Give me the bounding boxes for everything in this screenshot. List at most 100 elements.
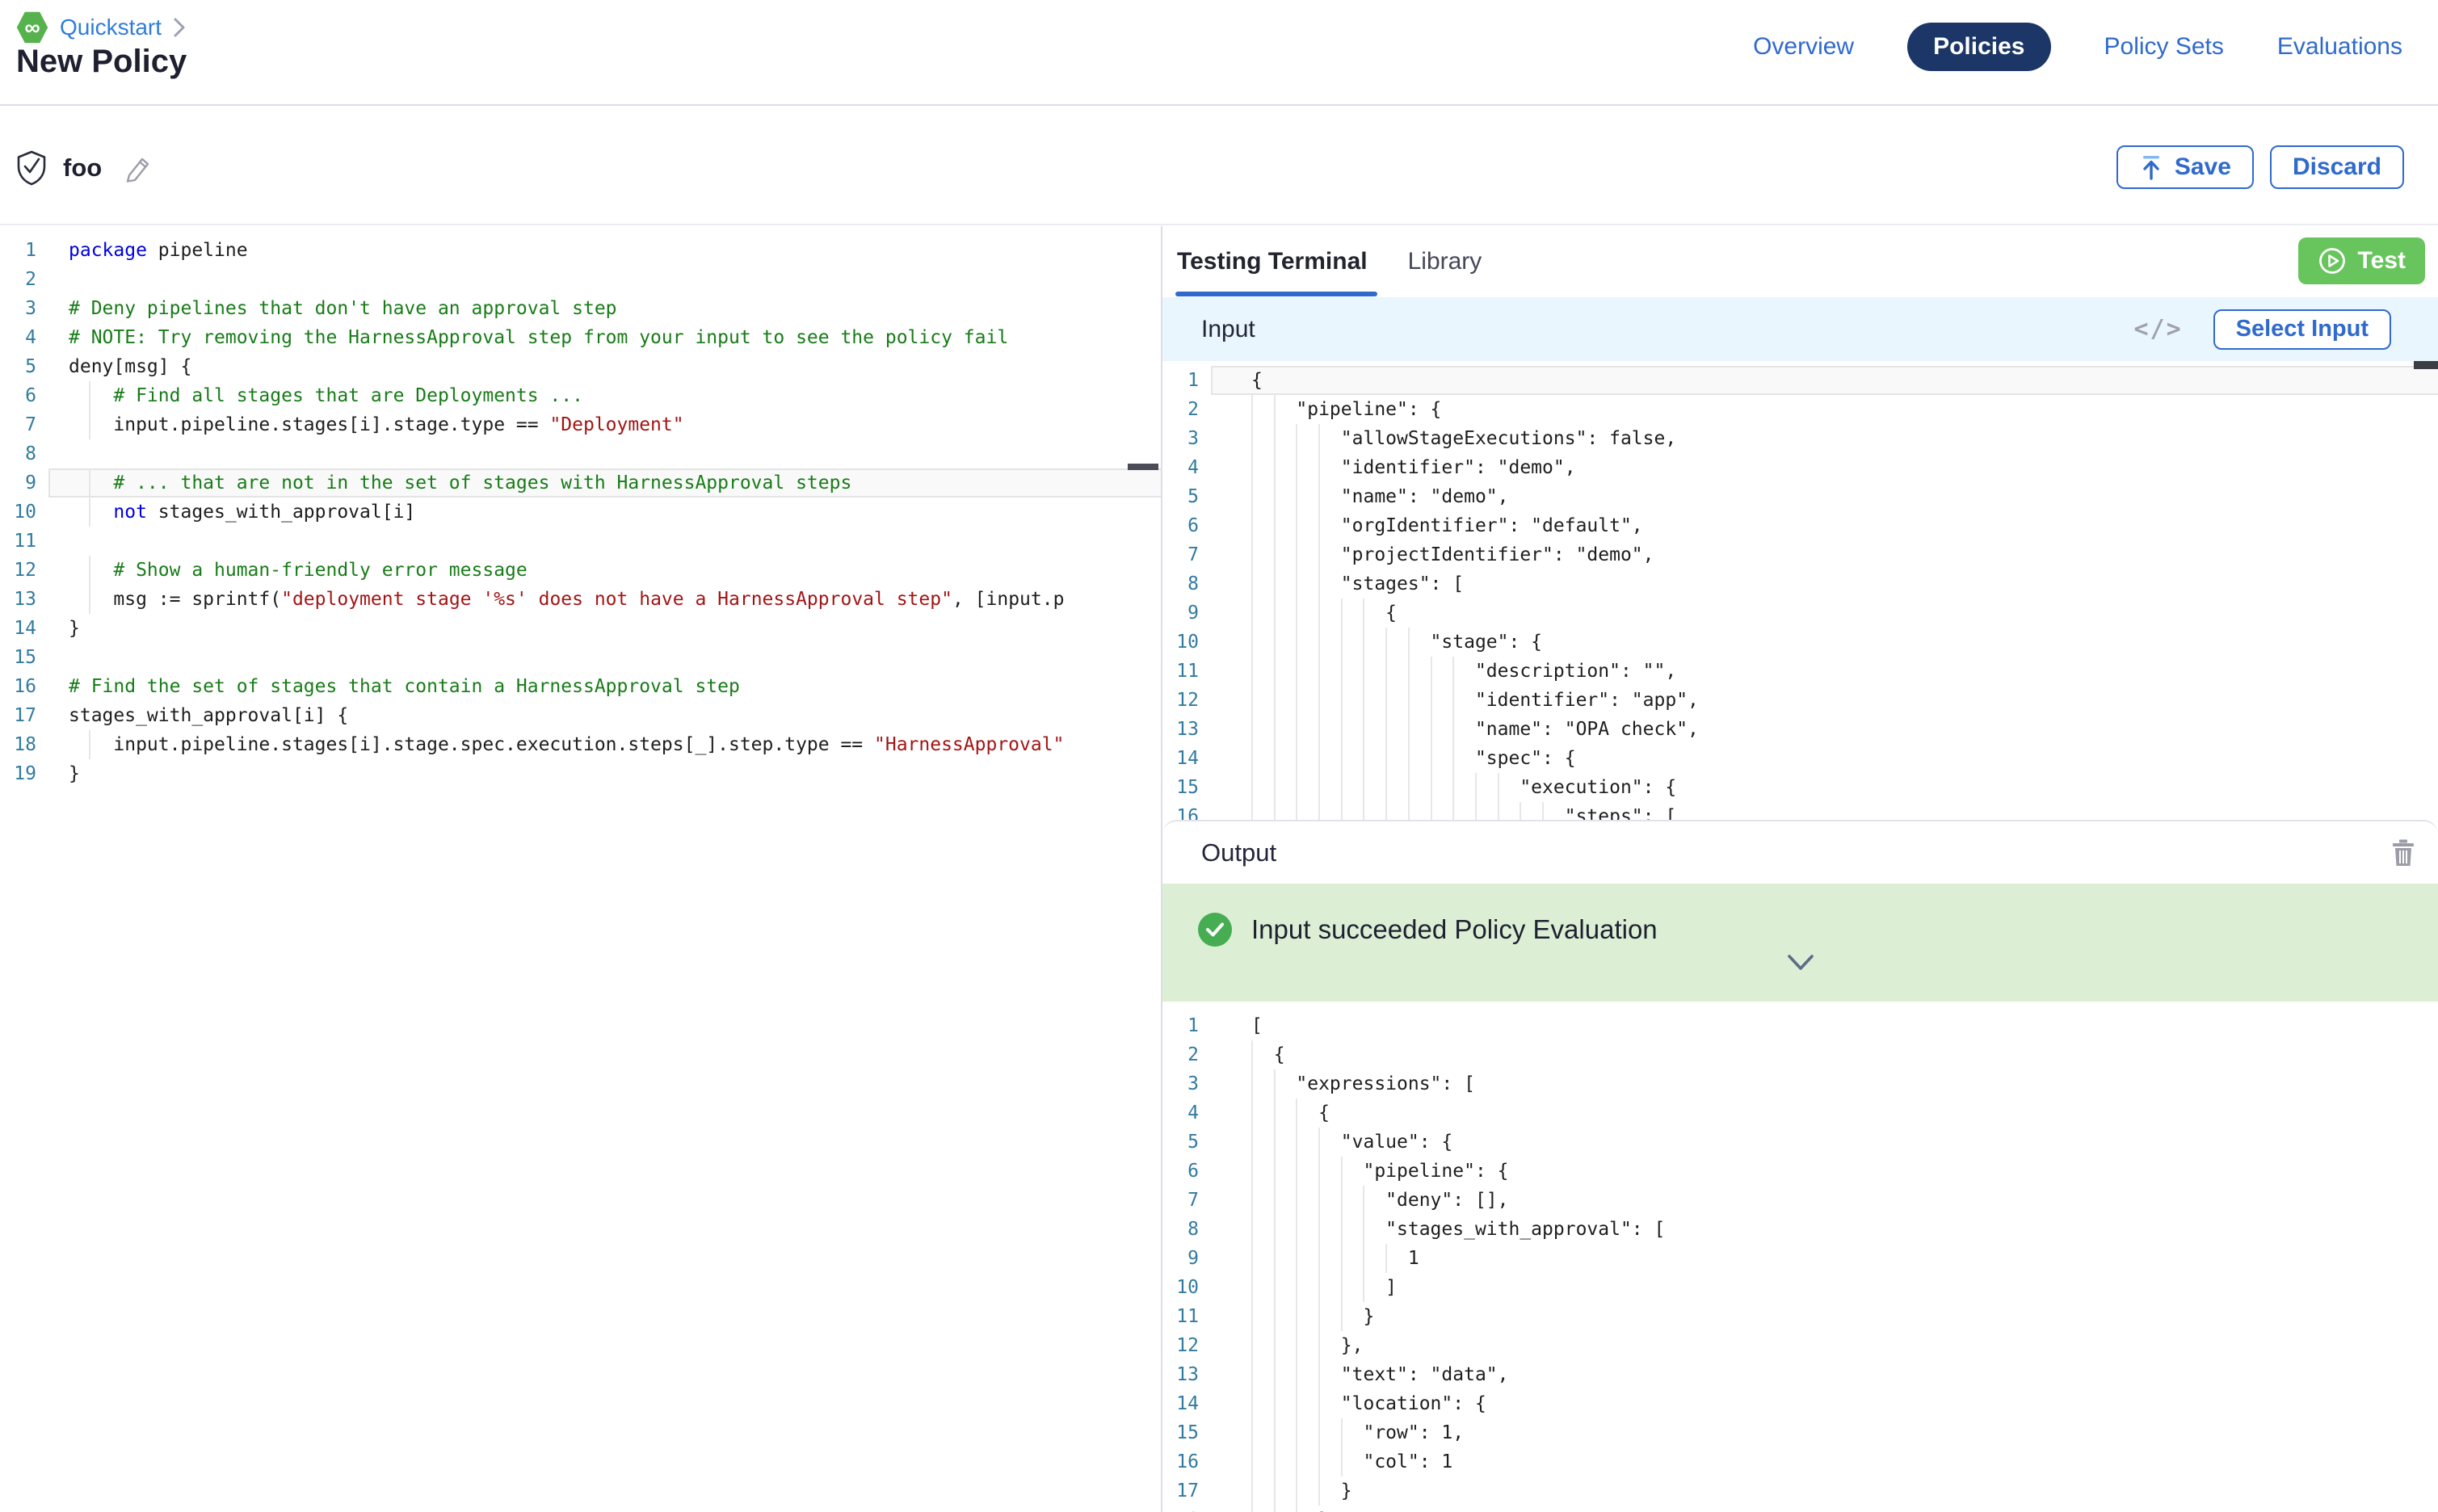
code-line[interactable]: 14 "spec": { [1162,744,2438,773]
code-line[interactable]: 2 "pipeline": { [1162,395,2438,424]
code-line[interactable]: 11 "description": "", [1162,657,2438,686]
code-line[interactable]: 17 } [1162,1476,2438,1506]
line-number: 14 [1162,744,1211,773]
code-line[interactable]: 3 "expressions": [ [1162,1069,2438,1098]
line-number: 18 [0,730,48,759]
line-number: 13 [1162,715,1211,744]
code-line[interactable]: 4 "identifier": "demo", [1162,453,2438,482]
code-line[interactable]: 1[ [1162,1011,2438,1040]
line-number: 10 [0,498,48,527]
line-number: 4 [1162,453,1211,482]
code-line[interactable]: 6 # Find all stages that are Deployments… [0,381,1161,410]
input-scrollbar-mark[interactable] [2414,361,2438,369]
code-line[interactable]: 10 "stage": { [1162,628,2438,657]
code-line[interactable]: 8 "stages_with_approval": [ [1162,1215,2438,1244]
code-line[interactable]: 1package pipeline [0,236,1161,265]
code-line[interactable]: 9 { [1162,598,2438,628]
code-line[interactable]: 16 "col": 1 [1162,1447,2438,1476]
tab-library[interactable]: Library [1408,248,1482,275]
output-section-header: Output [1162,821,2438,884]
code-line[interactable]: 13 "text": "data", [1162,1360,2438,1389]
code-line[interactable]: 9 # ... that are not in the set of stage… [0,468,1161,498]
tab-testing-terminal[interactable]: Testing Terminal [1177,248,1368,275]
line-number: 1 [0,236,48,265]
line-number: 15 [1162,1418,1211,1447]
code-line[interactable]: 1{ [1162,366,2438,395]
discard-button-label: Discard [2293,153,2381,181]
line-number: 18 [1162,1506,1211,1512]
code-line[interactable]: 18 } [1162,1506,2438,1512]
code-line[interactable]: 13 msg := sprintf("deployment stage '%s'… [0,585,1161,614]
code-line[interactable]: 8 "stages": [ [1162,569,2438,598]
code-line[interactable]: 4# NOTE: Try removing the HarnessApprova… [0,323,1161,352]
shield-check-icon [16,150,47,186]
line-number: 15 [1162,773,1211,802]
code-line[interactable]: 2 { [1162,1040,2438,1069]
code-line[interactable]: 11 [0,527,1161,556]
select-input-button[interactable]: Select Input [2213,309,2391,350]
code-line[interactable]: 13 "name": "OPA check", [1162,715,2438,744]
line-number: 1 [1162,1011,1211,1040]
edit-pencil-icon[interactable] [124,153,152,183]
toolbar-actions: Save Discard [2116,145,2404,189]
code-line[interactable]: 14 "location": { [1162,1389,2438,1418]
code-line[interactable]: 15 "row": 1, [1162,1418,2438,1447]
code-line[interactable]: 16# Find the set of stages that contain … [0,672,1161,701]
input-json-editor[interactable]: 1{2 "pipeline": {3 "allowStageExecutions… [1162,361,2438,820]
code-line[interactable]: 16 "steps": [ [1162,802,2438,820]
save-button-label: Save [2175,153,2231,181]
line-number: 7 [1162,540,1211,569]
testing-terminal-pane: Testing TerminalLibrary Test Input </> S… [1162,226,2438,1512]
code-line[interactable]: 5 "value": { [1162,1128,2438,1157]
code-line[interactable]: 12 }, [1162,1331,2438,1360]
code-line[interactable]: 18 input.pipeline.stages[i].stage.spec.e… [0,730,1161,759]
test-button[interactable]: Test [2298,237,2425,284]
line-number: 16 [1162,1447,1211,1476]
chevron-down-icon[interactable] [1785,953,1816,976]
code-line[interactable]: 3# Deny pipelines that don't have an app… [0,294,1161,323]
policy-code-editor[interactable]: 1package pipeline23# Deny pipelines that… [0,226,1161,1512]
code-line[interactable]: 12 # Show a human-friendly error message [0,556,1161,585]
clear-output-button[interactable] [2391,838,2415,867]
code-line[interactable]: 9 1 [1162,1244,2438,1273]
test-button-label: Test [2358,247,2406,275]
code-line[interactable]: 17stages_with_approval[i] { [0,701,1161,730]
code-line[interactable]: 14} [0,614,1161,643]
discard-button[interactable]: Discard [2270,145,2404,189]
nav-item-policy-sets[interactable]: Policy Sets [2104,33,2224,61]
code-line[interactable]: 7 "projectIdentifier": "demo", [1162,540,2438,569]
code-line[interactable]: 2 [0,265,1161,294]
code-line[interactable]: 5deny[msg] { [0,352,1161,381]
nav-item-policies[interactable]: Policies [1907,23,2050,71]
nav-item-overview[interactable]: Overview [1753,33,1854,61]
code-line[interactable]: 7 "deny": [], [1162,1186,2438,1215]
line-number: 6 [1162,1157,1211,1186]
policy-identity: foo [16,150,152,186]
line-number: 2 [1162,1040,1211,1069]
code-line[interactable]: 10 ] [1162,1273,2438,1302]
line-number: 5 [1162,482,1211,511]
code-line[interactable]: 15 [0,643,1161,672]
code-line[interactable]: 5 "name": "demo", [1162,482,2438,511]
output-json-editor[interactable]: 1[2 {3 "expressions": [4 {5 "value": {6 … [1162,1002,2438,1512]
code-line[interactable]: 3 "allowStageExecutions": false, [1162,424,2438,453]
code-view-icon[interactable]: </> [2133,315,2182,343]
terminal-tabs: Testing Terminal Library [1162,226,2438,297]
nav-item-evaluations[interactable]: Evaluations [2277,33,2402,61]
code-line[interactable]: 19} [0,759,1161,788]
line-number: 7 [0,410,48,439]
policy-name: foo [63,153,102,183]
code-line[interactable]: 6 "orgIdentifier": "default", [1162,511,2438,540]
line-number: 9 [1162,1244,1211,1273]
code-line[interactable]: 6 "pipeline": { [1162,1157,2438,1186]
save-button[interactable]: Save [2116,145,2254,189]
code-line[interactable]: 15 "execution": { [1162,773,2438,802]
code-line[interactable]: 11 } [1162,1302,2438,1331]
code-line[interactable]: 8 [0,439,1161,468]
line-number: 13 [1162,1360,1211,1389]
code-line[interactable]: 7 input.pipeline.stages[i].stage.type ==… [0,410,1161,439]
code-line[interactable]: 10 not stages_with_approval[i] [0,498,1161,527]
code-line[interactable]: 12 "identifier": "app", [1162,686,2438,715]
breadcrumb-project-link[interactable]: Quickstart [60,15,162,40]
code-line[interactable]: 4 { [1162,1098,2438,1128]
